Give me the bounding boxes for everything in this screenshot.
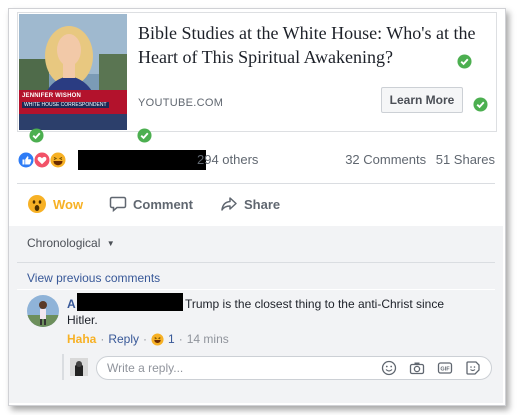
comment-author[interactable]: A	[67, 297, 76, 311]
sticker-icon[interactable]	[465, 360, 481, 376]
divider	[17, 183, 495, 184]
separator: ·	[178, 332, 183, 346]
comment-label: Comment	[133, 196, 193, 212]
comment-sort-label: Chronological	[27, 236, 101, 250]
caret-down-icon: ▼	[106, 239, 115, 248]
shares-count-link[interactable]: 51 Shares	[436, 152, 495, 167]
comments-count-link[interactable]: 32 Comments	[345, 152, 426, 167]
like-icon	[17, 151, 35, 169]
reply-composer: GIF	[96, 356, 492, 380]
separator: ·	[143, 332, 148, 346]
comment-text-continued: Hitler.	[67, 313, 98, 327]
comment-meta: Haha · Reply · 1 · 14 mins	[67, 332, 229, 346]
engagement-counts: 32 Comments 51 Shares	[339, 152, 495, 167]
reaction-label: Wow	[53, 196, 84, 212]
thumbnail-lower-third: JENNIFER WISHON WHITE HOUSE CORRESPONDEN…	[19, 90, 127, 114]
camera-icon[interactable]	[409, 360, 425, 376]
haha-icon	[151, 332, 164, 346]
video-thumbnail[interactable]: JENNIFER WISHON WHITE HOUSE CORRESPONDEN…	[19, 14, 127, 130]
reaction-button[interactable]: Wow	[27, 194, 83, 214]
thumbnail-caption-title: WHITE HOUSE CORRESPONDENT	[22, 102, 109, 108]
comment-timestamp[interactable]: 14 mins	[187, 332, 229, 346]
comment-button[interactable]: Comment	[109, 194, 193, 214]
avatar[interactable]	[27, 295, 59, 327]
check-mark-icon	[137, 128, 152, 143]
comment-reaction-count[interactable]: 1	[151, 332, 175, 346]
redacted-names	[78, 150, 206, 170]
comment-sort-dropdown[interactable]: Chronological ▼	[27, 236, 115, 250]
check-mark-icon	[457, 54, 472, 69]
learn-more-button[interactable]: Learn More	[381, 87, 463, 113]
divider	[17, 262, 495, 263]
comment-reply-button[interactable]: Reply	[108, 332, 139, 346]
svg-text:GIF: GIF	[440, 367, 450, 373]
view-previous-comments-link[interactable]: View previous comments	[27, 271, 160, 285]
love-icon	[33, 151, 51, 169]
comment-reaction-count-value: 1	[168, 332, 175, 346]
reply-input[interactable]	[107, 359, 367, 377]
share-icon	[221, 197, 237, 211]
comment-reaction-button[interactable]: Haha	[67, 332, 96, 346]
redacted-author-name	[77, 293, 183, 311]
reaction-icons[interactable]	[17, 151, 71, 169]
divider	[17, 289, 495, 290]
check-mark-icon	[29, 128, 44, 143]
share-label: Share	[244, 196, 281, 212]
check-mark-icon	[473, 97, 488, 112]
preview-title[interactable]: Bible Studies at the White House: Who's …	[138, 21, 488, 69]
preview-source: YOUTUBE.COM	[138, 97, 224, 109]
wow-icon	[28, 195, 46, 213]
link-preview[interactable]: JENNIFER WISHON WHITE HOUSE CORRESPONDEN…	[17, 12, 497, 132]
comment-text: Trump is the closest thing to the anti-C…	[185, 297, 444, 311]
thread-line	[62, 354, 64, 380]
share-button[interactable]: Share	[220, 194, 280, 214]
gif-icon[interactable]: GIF	[437, 360, 453, 376]
separator: ·	[100, 332, 105, 346]
reactions-summary: 294 others 32 Comments 51 Shares	[17, 150, 495, 170]
comment-icon	[109, 196, 127, 213]
thumbnail-caption-name: JENNIFER WISHON	[22, 93, 82, 99]
haha-icon	[49, 151, 67, 169]
post-action-bar: Wow Comment Share	[17, 188, 495, 220]
reaction-others-link[interactable]: 294 others	[197, 152, 258, 167]
current-user-avatar	[70, 358, 88, 376]
emoji-icon[interactable]	[381, 360, 397, 376]
